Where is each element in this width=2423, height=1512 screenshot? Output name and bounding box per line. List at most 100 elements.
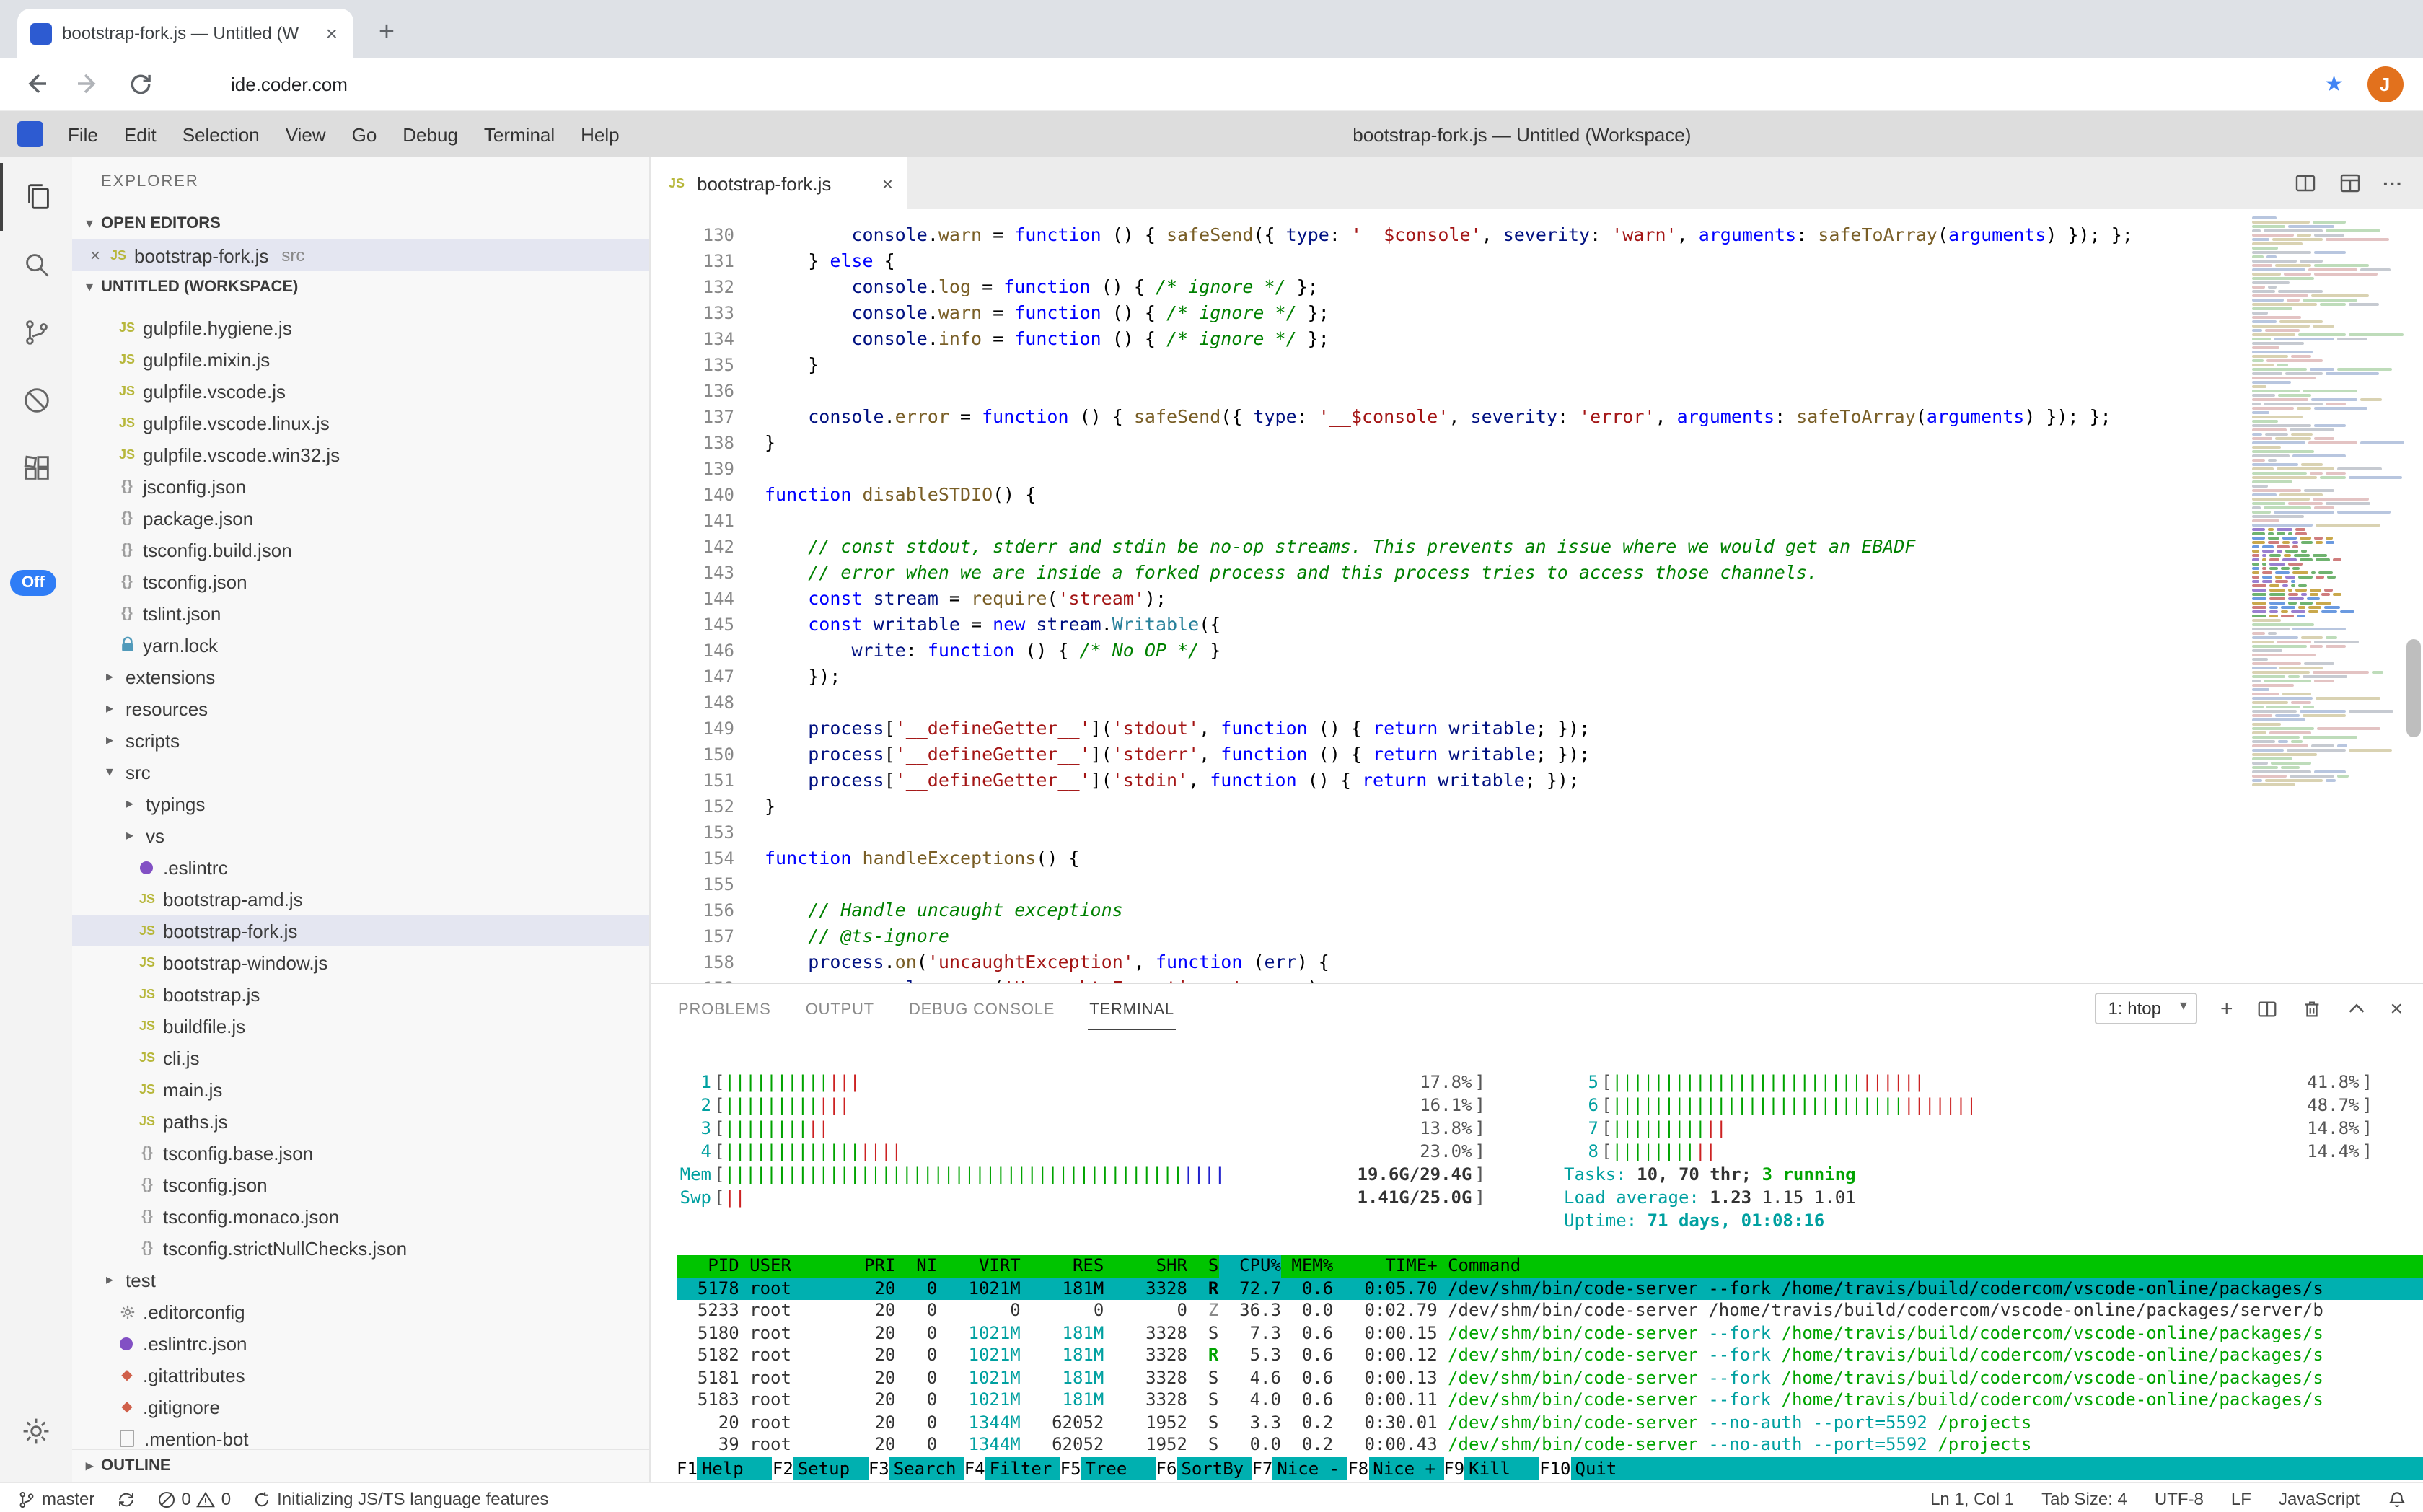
tree-item[interactable]: {}tsconfig.build.json [72, 534, 649, 566]
status-item[interactable]: JavaScript [2279, 1489, 2360, 1509]
code-line[interactable]: 131 } else { [651, 248, 2244, 274]
tree-item[interactable]: JSbootstrap-fork.js [72, 915, 649, 946]
code-line[interactable]: 141 [651, 508, 2244, 534]
reload-button[interactable] [124, 68, 156, 100]
htop-fkey[interactable]: F5Tree [1060, 1456, 1156, 1480]
address-bar[interactable]: ide.coder.com [231, 73, 2324, 94]
browser-tab[interactable]: bootstrap-fork.js — Untitled (W × [17, 9, 353, 58]
settings-gear-icon[interactable] [1, 1397, 71, 1464]
code-line[interactable]: 146 write: function () { /* No OP */ } [651, 638, 2244, 664]
split-editor-icon[interactable] [2293, 172, 2316, 195]
htop-fkey[interactable]: F6SortBy [1156, 1456, 1252, 1480]
tree-item[interactable]: JSgulpfile.vscode.linux.js [72, 407, 649, 439]
tree-item[interactable]: .mention-bot [72, 1423, 649, 1449]
tree-item[interactable]: JSgulpfile.hygiene.js [72, 312, 649, 343]
panel-tab-output[interactable]: OUTPUT [804, 988, 876, 1029]
debug-disabled-icon[interactable] [1, 366, 71, 434]
tree-item[interactable]: JSbootstrap.js [72, 978, 649, 1010]
htop-fkey[interactable]: F2Setup [773, 1456, 869, 1480]
tree-item[interactable]: JSbuildfile.js [72, 1010, 649, 1042]
terminal-select[interactable]: 1: htop ▾ [2096, 993, 2197, 1024]
htop-fkey[interactable]: F1Help [677, 1456, 773, 1480]
code-line[interactable]: 159 console.error('Uncaught Exception: '… [651, 975, 2244, 983]
tree-item[interactable]: ▸extensions [72, 661, 649, 693]
panel-tab-debug-console[interactable]: DEBUG CONSOLE [907, 988, 1056, 1029]
source-control-icon[interactable] [1, 299, 71, 366]
code-line[interactable]: 135 } [651, 352, 2244, 378]
tree-item[interactable]: JSgulpfile.vscode.js [72, 375, 649, 407]
tree-item[interactable]: {}tsconfig.json [72, 566, 649, 597]
more-actions-icon[interactable]: ··· [2383, 172, 2403, 195]
menu-item-selection[interactable]: Selection [170, 123, 273, 145]
terminal[interactable]: 1[|||||||||||||17.8%]2[||||||||||||16.1%… [651, 1033, 2423, 1483]
code-line[interactable]: 133 console.warn = function () { /* igno… [651, 300, 2244, 326]
tree-item[interactable]: {}tsconfig.json [72, 1169, 649, 1200]
tree-item[interactable]: ▸test [72, 1264, 649, 1296]
tree-item[interactable]: JSbootstrap-amd.js [72, 883, 649, 915]
bookmark-star-icon[interactable]: ★ [2324, 71, 2344, 97]
code-line[interactable]: 132 console.log = function () { /* ignor… [651, 274, 2244, 300]
code-line[interactable]: 151 process['__defineGetter__']('stdin',… [651, 768, 2244, 794]
panel-tab-terminal[interactable]: TERMINAL [1088, 988, 1176, 1029]
menu-item-go[interactable]: Go [339, 123, 390, 145]
menu-item-terminal[interactable]: Terminal [471, 123, 568, 145]
tree-item[interactable]: {}tsconfig.base.json [72, 1137, 649, 1169]
status-item[interactable]: LF [2231, 1489, 2251, 1509]
open-editor-item[interactable]: × JS bootstrap-fork.js src [72, 239, 649, 271]
tree-item[interactable]: .editorconfig [72, 1296, 649, 1327]
status-item[interactable]: Ln 1, Col 1 [1930, 1489, 2014, 1509]
editor-tab[interactable]: JS bootstrap-fork.js × [651, 157, 907, 209]
code-line[interactable]: 150 process['__defineGetter__']('stderr'… [651, 742, 2244, 768]
close-icon[interactable]: × [84, 245, 107, 265]
layout-icon[interactable] [2338, 172, 2361, 195]
code-line[interactable]: 134 console.info = function () { /* igno… [651, 326, 2244, 352]
tree-item[interactable]: yarn.lock [72, 629, 649, 661]
new-terminal-icon[interactable]: + [2220, 998, 2233, 1019]
off-badge[interactable]: Off [10, 570, 56, 596]
forward-button[interactable] [72, 68, 104, 100]
code-line[interactable]: 153 [651, 819, 2244, 845]
code-line[interactable]: 139 [651, 456, 2244, 482]
minimap[interactable] [2244, 209, 2403, 983]
tree-item[interactable]: ▸scripts [72, 724, 649, 756]
code-line[interactable]: 143 // error when we are inside a forked… [651, 560, 2244, 586]
code-line[interactable]: 158 process.on('uncaughtException', func… [651, 949, 2244, 975]
scrollbar-thumb[interactable] [2406, 639, 2420, 737]
code-area[interactable]: 130 console.warn = function () { safeSen… [651, 209, 2244, 983]
tree-item[interactable]: ◆.gitattributes [72, 1359, 649, 1391]
menu-item-file[interactable]: File [55, 123, 111, 145]
code-line[interactable]: 142 // const stdout, stderr and stdin be… [651, 534, 2244, 560]
code-line[interactable]: 137 console.error = function () { safeSe… [651, 404, 2244, 430]
code-line[interactable]: 152} [651, 794, 2244, 819]
open-editors-header[interactable]: ▾ OPEN EDITORS [72, 208, 649, 239]
tree-item[interactable]: {}tsconfig.monaco.json [72, 1200, 649, 1232]
sync-icon[interactable] [116, 1490, 135, 1508]
tree-item[interactable]: {}tsconfig.strictNullChecks.json [72, 1232, 649, 1264]
tree-item[interactable]: ◆.gitignore [72, 1391, 649, 1423]
code-line[interactable]: 144 const stream = require('stream'); [651, 586, 2244, 612]
kill-terminal-icon[interactable] [2300, 998, 2322, 1019]
panel-tab-problems[interactable]: PROBLEMS [677, 988, 773, 1029]
avatar[interactable]: J [2367, 66, 2403, 102]
tree-item[interactable]: JSpaths.js [72, 1105, 649, 1137]
code-line[interactable]: 157 // @ts-ignore [651, 923, 2244, 949]
tree-item[interactable]: ▾src [72, 756, 649, 788]
status-item[interactable]: UTF-8 [2155, 1489, 2204, 1509]
tree-item[interactable]: {}package.json [72, 502, 649, 534]
editor-scrollbar[interactable] [2403, 209, 2423, 983]
back-button[interactable] [20, 68, 52, 100]
htop-fkey[interactable]: F4Filter [964, 1456, 1060, 1480]
code-line[interactable]: 130 console.warn = function () { safeSen… [651, 222, 2244, 248]
workspace-header[interactable]: ▾ UNTITLED (WORKSPACE) [72, 271, 649, 303]
tree-item[interactable]: {}jsconfig.json [72, 470, 649, 502]
status-item[interactable]: Tab Size: 4 [2041, 1489, 2127, 1509]
code-line[interactable]: 155 [651, 871, 2244, 897]
code-line[interactable]: 154function handleExceptions() { [651, 845, 2244, 871]
tree-item[interactable]: {}tslint.json [72, 597, 649, 629]
htop-fkey[interactable]: F8Nice + [1347, 1456, 1443, 1480]
code-line[interactable]: 145 const writable = new stream.Writable… [651, 612, 2244, 638]
code-line[interactable]: 140function disableSTDIO() { [651, 482, 2244, 508]
htop-fkey[interactable]: F3Search [869, 1456, 964, 1480]
tree-item[interactable]: JSbootstrap-window.js [72, 946, 649, 978]
tree-item[interactable]: ▸typings [72, 788, 649, 819]
